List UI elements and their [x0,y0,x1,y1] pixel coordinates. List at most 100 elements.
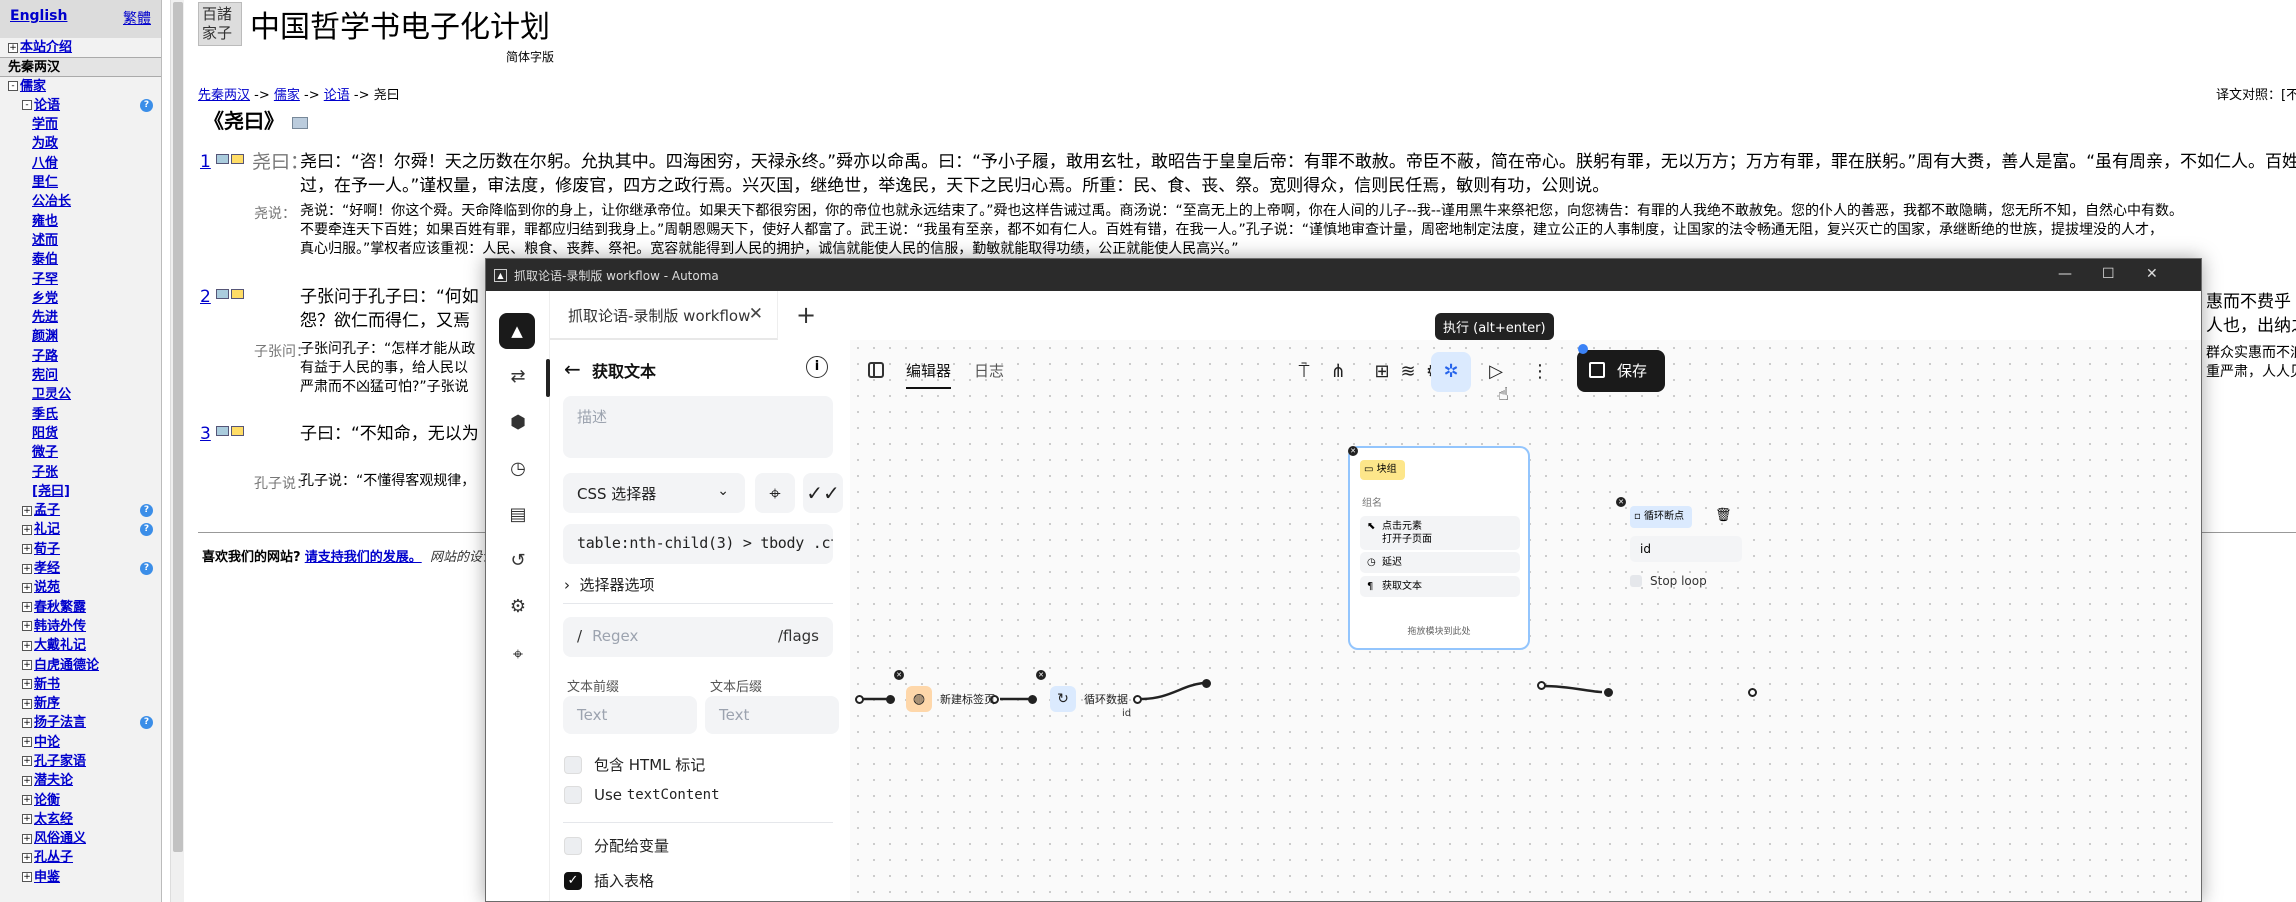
expand-icon[interactable]: + [22,660,32,670]
sidebar-item[interactable]: + 论衡 [0,791,161,810]
expand-icon[interactable]: + [22,833,32,844]
sidebar-item-label[interactable]: 新书 [34,677,60,692]
workflow-canvas[interactable]: 编辑器 日志 ⍑ ⋔ ⊞ ≋ ⚙ ✲ ▷ 执行 (alt+enter) ⋮ 保存… [850,313,2201,901]
sidebar-item[interactable]: 述而 [0,231,161,250]
window-titlebar[interactable]: ▲ 抓取论语-录制版 workflow - Automa — ☐ ✕ [486,259,2201,291]
input-port[interactable] [855,695,864,704]
sidebar-item[interactable]: + 孔子家语 [0,752,161,771]
info-icon[interactable]: i [806,356,828,378]
use-textcontent-option[interactable]: Use textContent [564,786,720,804]
sidebar-item-label[interactable]: 学而 [32,117,58,132]
storage-icon[interactable]: ▤ [506,503,530,527]
group-item-get-text[interactable]: ¶ 获取文本 [1360,576,1520,597]
sidebar-item[interactable]: + 大戴礼记 [0,636,161,655]
node-loop-data[interactable]: ↻ 循环数据 [1050,683,1128,715]
sidebar-item-label[interactable]: 白虎通德论 [34,658,99,673]
sidebar-item[interactable]: + 新书 [0,675,161,694]
sidebar-item[interactable]: + 韩诗外传 [0,617,161,636]
sidebar-item[interactable]: + 新序 [0,694,161,713]
settings-icon[interactable]: ⚙ [506,595,530,619]
history-icon[interactable]: ↺ [506,549,530,573]
input-port[interactable] [886,695,895,704]
help-icon[interactable]: ? [140,562,153,576]
delete-node-icon[interactable]: ✕ [1616,497,1626,507]
stop-loop-checkbox[interactable] [1630,575,1642,587]
sidebar-item[interactable]: 泰伯 [0,250,161,269]
close-tab-icon[interactable]: ✕ [749,304,763,324]
sidebar-item[interactable]: 八佾 [0,154,161,173]
expand-icon[interactable]: + [22,698,32,709]
sidebar-item-label[interactable]: 孟子 [34,503,60,518]
output-port[interactable] [1133,695,1142,704]
sidebar-item[interactable]: 里仁 [0,173,161,192]
help-icon[interactable]: ? [140,716,153,730]
sidebar-item-label[interactable]: 述而 [32,233,58,248]
expand-icon[interactable]: + [22,737,32,748]
help-icon[interactable]: ? [140,504,153,518]
support-link[interactable]: 请支持我们的发展。 [305,550,422,565]
sidebar-item-label[interactable]: 新序 [34,696,60,711]
page-scrollbar[interactable] [170,0,184,902]
input-port[interactable] [1028,695,1037,704]
selector-type-select[interactable]: CSS 选择器 ⌄ [563,473,745,513]
expand-icon[interactable]: + [22,563,32,574]
element-picker-icon[interactable]: ⌖ [506,643,530,667]
expand-icon[interactable]: + [22,524,32,535]
sidebar-item-label[interactable]: 颜渊 [32,329,58,344]
sidebar-item[interactable]: 先秦两汉 [0,57,161,77]
group-item-click[interactable]: ⬉ 点击元素 打开子页面 [1360,516,1520,550]
sidebar-item[interactable]: 宪问 [0,366,161,385]
group-item-delay[interactable]: ◷ 延迟 [1360,552,1520,573]
sidebar-item[interactable]: + 礼记? [0,520,161,539]
sidebar-item[interactable]: 学而 [0,115,161,134]
expand-icon[interactable]: + [22,775,32,786]
sidebar-item-label[interactable]: 子张 [32,465,58,480]
regex-flags[interactable]: /flags [778,627,819,645]
group-name[interactable]: 组名 [1362,494,1382,509]
sidebar-item[interactable]: 为政 [0,134,161,153]
sidebar-item-label[interactable]: 里仁 [32,175,58,190]
passage-number[interactable]: 2 [200,285,211,309]
sidebar-item[interactable]: + 说苑 [0,578,161,597]
expand-icon[interactable]: + [22,814,32,825]
english-link[interactable]: English [10,8,67,30]
input-port[interactable] [1202,679,1211,688]
verify-selector-button[interactable]: ✓✓ [803,473,843,513]
sidebar-item[interactable]: [尧曰] [0,482,161,501]
sidebar-item-label[interactable]: 子路 [32,349,58,364]
sidebar-item[interactable]: 公冶长 [0,192,161,211]
link-icon[interactable] [231,154,244,164]
sidebar-item-label[interactable]: 为政 [32,136,58,151]
sidebar-item[interactable]: 乡党 [0,289,161,308]
node-new-tab[interactable]: ◍ 新建标签页 [906,683,995,715]
delete-node-icon[interactable]: ✕ [1348,446,1358,456]
packages-icon[interactable]: ⬢ [506,411,530,435]
sidebar-item-label[interactable]: 阳货 [32,426,58,441]
sidebar-item[interactable]: + 荀子 [0,540,161,559]
sidebar-item[interactable]: 子罕 [0,270,161,289]
help-icon[interactable]: ? [140,98,153,112]
minimize-icon[interactable]: — [2058,267,2072,281]
sidebar-item-label[interactable]: 论语 [34,98,60,113]
back-arrow-icon[interactable]: ← [564,357,581,381]
traditional-link[interactable]: 繁體 [123,8,151,30]
sidebar-item-label[interactable]: 卫灵公 [32,387,71,402]
sidebar-item-label[interactable]: 风俗通义 [34,831,86,846]
sidebar-item-label[interactable]: 泰伯 [32,252,58,267]
expand-icon[interactable]: + [22,852,32,863]
automa-logo[interactable]: ▲ [499,313,535,349]
sidebar-item-label[interactable]: 儒家 [20,79,46,94]
assign-variable-option[interactable]: 分配给变量 [564,835,669,856]
sidebar-item-label[interactable]: 孝经 [34,561,60,576]
sidebar-item[interactable]: 雍也 [0,212,161,231]
description-textarea[interactable]: 描述 [563,396,833,458]
sidebar-item-label[interactable]: 论衡 [34,793,60,808]
delete-node-icon[interactable]: ✕ [894,670,904,680]
use-textcontent-checkbox[interactable] [564,786,582,804]
regex-input[interactable]: / Regex /flags [563,617,833,657]
sidebar-item-label[interactable]: 说苑 [34,580,60,595]
prefix-input[interactable]: Text [563,696,697,734]
sidebar-item-label[interactable]: 先进 [32,310,58,325]
sidebar-item-label[interactable]: 韩诗外传 [34,619,86,634]
expand-icon[interactable]: + [8,42,18,53]
